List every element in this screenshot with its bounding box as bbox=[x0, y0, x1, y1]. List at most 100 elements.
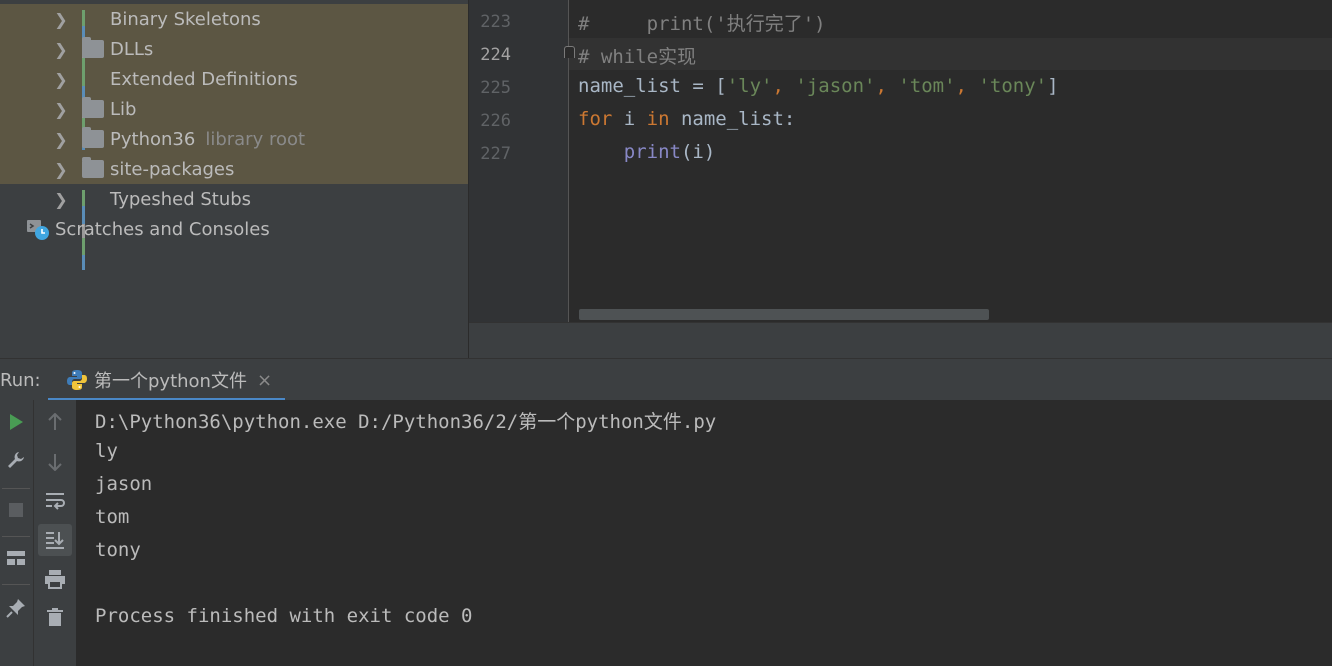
toolbar-separator bbox=[2, 584, 30, 585]
folder-icon bbox=[82, 157, 104, 178]
run-console-output[interactable]: D:\Python36\python.exe D:/Python36/2/第一个… bbox=[76, 400, 1332, 666]
print-button[interactable] bbox=[41, 566, 69, 592]
code-token: , bbox=[875, 75, 899, 97]
run-tab-label: 第一个python文件 bbox=[94, 371, 247, 392]
tree-item-label: Python36 bbox=[110, 128, 196, 150]
comment-text: print('执行完了') bbox=[589, 13, 826, 35]
run-label: Run: bbox=[0, 370, 41, 391]
chevron-right-icon[interactable]: ❯ bbox=[54, 40, 68, 59]
close-tab-icon[interactable]: × bbox=[257, 370, 272, 391]
restore-layout-button[interactable] bbox=[2, 546, 30, 570]
arrow-down-icon bbox=[48, 454, 62, 471]
tree-item-scratches-and-consoles[interactable]: Scratches and Consoles bbox=[0, 214, 468, 244]
code-token: , bbox=[955, 75, 979, 97]
console-line: D:\Python36\python.exe D:/Python36/2/第一个… bbox=[95, 411, 717, 433]
edit-configuration-button[interactable] bbox=[2, 448, 30, 472]
tree-item-label: Lib bbox=[110, 98, 137, 120]
layout-icon bbox=[7, 551, 25, 565]
code-line-223[interactable]: # print('执行完了') bbox=[578, 9, 826, 36]
run-toolbar-primary bbox=[0, 400, 34, 666]
trash-icon bbox=[47, 608, 63, 626]
console-line: jason bbox=[95, 473, 153, 495]
chevron-right-icon[interactable]: ❯ bbox=[54, 100, 68, 119]
editor-footer bbox=[469, 322, 1332, 359]
run-toolbar-secondary bbox=[34, 400, 76, 666]
toolbar-separator bbox=[2, 536, 30, 537]
code-token: i bbox=[612, 108, 647, 130]
tree-item-extended-definitions[interactable]: ❯ Extended Definitions bbox=[0, 64, 468, 150]
chevron-right-icon[interactable]: ❯ bbox=[54, 70, 68, 89]
folder-icon bbox=[82, 127, 104, 148]
string-literal: 'ly' bbox=[726, 75, 773, 97]
keyword: in bbox=[646, 108, 670, 130]
string-literal: 'jason' bbox=[795, 75, 876, 97]
line-number: 226 bbox=[480, 111, 511, 131]
string-literal: 'tony' bbox=[978, 75, 1048, 97]
code-line-225[interactable]: name_list = ['ly', 'jason', 'tom', 'tony… bbox=[578, 75, 1059, 97]
scroll-to-end-button[interactable] bbox=[38, 524, 72, 556]
chevron-right-icon[interactable]: ❯ bbox=[54, 190, 68, 209]
tree-item-lib[interactable]: ❯ Lib bbox=[0, 94, 468, 124]
comment-hash: # bbox=[578, 13, 590, 35]
line-number: 223 bbox=[480, 12, 511, 32]
code-token: name_list: bbox=[669, 108, 796, 130]
tree-item-label: Scratches and Consoles bbox=[55, 218, 270, 240]
scroll-down-button[interactable] bbox=[43, 450, 67, 474]
library-bars-icon bbox=[82, 70, 104, 150]
tree-item-typeshed-stubs[interactable]: ❯ Typeshed Stubs bbox=[0, 184, 468, 270]
tree-item-label: Typeshed Stubs bbox=[110, 188, 252, 210]
folder-icon bbox=[82, 97, 104, 118]
code-token: name_list = [ bbox=[578, 75, 727, 97]
scroll-up-button[interactable] bbox=[43, 410, 67, 434]
run-tab[interactable]: 第一个python文件 × bbox=[48, 359, 285, 401]
clear-all-button[interactable] bbox=[41, 604, 69, 630]
keyword: for bbox=[578, 108, 613, 130]
line-number-current: 224 bbox=[480, 45, 511, 65]
python-icon bbox=[66, 369, 88, 391]
scratches-icon bbox=[26, 217, 50, 241]
wrench-icon bbox=[8, 452, 24, 468]
horizontal-scrollbar[interactable] bbox=[579, 309, 989, 320]
soft-wrap-icon bbox=[46, 493, 65, 510]
soft-wrap-button[interactable] bbox=[41, 488, 69, 514]
printer-icon bbox=[45, 570, 65, 589]
chevron-right-icon[interactable]: ❯ bbox=[54, 160, 68, 179]
code-editor[interactable]: 223 224 225 226 227 # print('执行完了') # wh… bbox=[469, 0, 1332, 322]
stop-button[interactable] bbox=[2, 498, 30, 522]
chevron-right-icon[interactable]: ❯ bbox=[54, 10, 68, 29]
code-token: , bbox=[772, 75, 796, 97]
project-tree-panel: ❯ Binary Skeletons ❯ DLLs ❯ Extended Def… bbox=[0, 0, 468, 358]
tree-item-binary-skeletons[interactable]: ❯ Binary Skeletons bbox=[0, 4, 468, 90]
tree-item-label: Binary Skeletons bbox=[110, 8, 261, 30]
console-line: Process finished with exit code 0 bbox=[95, 605, 473, 627]
tree-item-python36[interactable]: ❯ Python36 library root bbox=[0, 124, 468, 154]
code-line-227[interactable]: print(i) bbox=[578, 141, 716, 163]
tree-item-dlls[interactable]: ❯ DLLs bbox=[0, 34, 468, 64]
code-token: (i) bbox=[680, 141, 716, 163]
arrow-up-icon bbox=[48, 413, 62, 430]
tree-item-label: DLLs bbox=[110, 38, 154, 60]
code-token: ] bbox=[1047, 75, 1059, 97]
play-icon bbox=[10, 414, 23, 430]
tree-item-site-packages[interactable]: ❯ site-packages bbox=[0, 154, 468, 184]
console-line: tony bbox=[95, 539, 141, 561]
tree-item-label: site-packages bbox=[110, 158, 235, 180]
line-number: 227 bbox=[480, 144, 511, 164]
tree-item-label: Extended Definitions bbox=[110, 68, 298, 90]
scroll-to-end-icon bbox=[46, 532, 64, 549]
line-number: 225 bbox=[480, 78, 511, 98]
toolbar-separator bbox=[2, 488, 30, 489]
code-line-226[interactable]: for i in name_list: bbox=[578, 108, 795, 130]
fold-marker-icon[interactable] bbox=[564, 46, 575, 58]
library-bars-icon bbox=[82, 10, 104, 90]
stop-icon bbox=[9, 503, 23, 517]
comment-text: # while实现 bbox=[578, 46, 697, 68]
library-bars-icon bbox=[82, 190, 104, 270]
code-line-224[interactable]: # while实现 bbox=[578, 42, 696, 69]
string-literal: 'tom' bbox=[898, 75, 956, 97]
rerun-button[interactable] bbox=[2, 410, 30, 434]
chevron-right-icon[interactable]: ❯ bbox=[54, 130, 68, 149]
pin-tab-button[interactable] bbox=[2, 596, 30, 620]
pin-icon bbox=[6, 599, 25, 618]
